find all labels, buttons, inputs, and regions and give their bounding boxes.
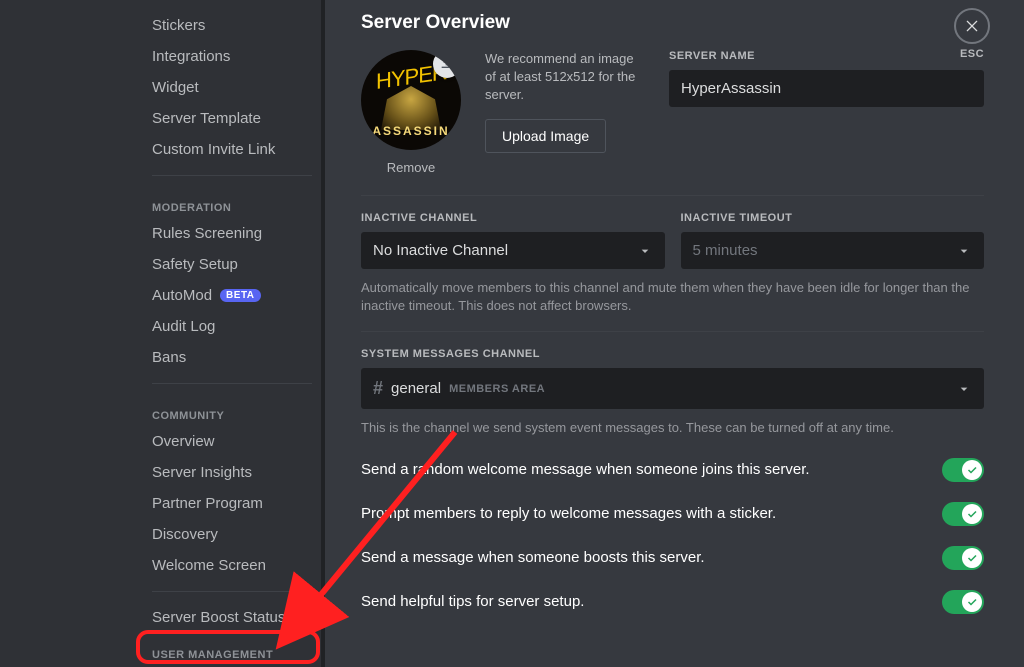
check-icon — [962, 592, 982, 612]
sidebar-item-bans[interactable]: Bans — [140, 342, 324, 373]
system-channel-name: general — [391, 380, 441, 397]
inactive-help-text: Automatically move members to this chann… — [361, 279, 984, 315]
sidebar-item-overview[interactable]: Overview — [140, 426, 324, 457]
sidebar-item-label: Server Boost Status — [152, 609, 285, 626]
toggle-setup-tips[interactable] — [942, 590, 984, 614]
system-help-text: This is the channel we send system event… — [361, 419, 984, 437]
sidebar-item-welcome-screen[interactable]: Welcome Screen — [140, 550, 324, 581]
sidebar-header-moderation: Moderation — [140, 186, 324, 218]
main-content: ESC Server Overview HYPER ASSASSIN Remov… — [325, 0, 1024, 667]
recommend-text: We recommend an image of at least 512x51… — [485, 50, 645, 105]
inactive-timeout-label: Inactive Timeout — [681, 212, 985, 224]
settings-sidebar: Stickers Integrations Widget Server Temp… — [0, 0, 325, 667]
inactive-channel-label: Inactive Channel — [361, 212, 665, 224]
sidebar-item-safety-setup[interactable]: Safety Setup — [140, 249, 324, 280]
toggle-welcome[interactable] — [942, 458, 984, 482]
page-title: Server Overview — [361, 12, 984, 34]
close-icon — [954, 8, 990, 44]
sidebar-item-integrations[interactable]: Integrations — [140, 41, 324, 72]
check-icon — [962, 460, 982, 480]
sidebar-item-automod[interactable]: AutoMod BETA — [140, 280, 324, 311]
toggle-sticker-prompt[interactable] — [942, 502, 984, 526]
sidebar-item-server-template[interactable]: Server Template — [140, 103, 324, 134]
divider — [152, 591, 312, 592]
sidebar-item-custom-invite-link[interactable]: Custom Invite Link — [140, 134, 324, 165]
toggle-label-sticker-prompt: Prompt members to reply to welcome messa… — [361, 505, 776, 522]
sidebar-header-community: Community — [140, 394, 324, 426]
system-channel-category: MEMBERS AREA — [449, 383, 545, 395]
check-icon — [962, 548, 982, 568]
upload-image-icon[interactable] — [433, 50, 461, 78]
inactive-timeout-value: 5 minutes — [693, 242, 758, 259]
divider — [361, 331, 984, 332]
server-icon[interactable]: HYPER ASSASSIN — [361, 50, 461, 150]
sidebar-item-stickers[interactable]: Stickers — [140, 10, 324, 41]
toggle-label-boost-msg: Send a message when someone boosts this … — [361, 549, 705, 566]
toggle-label-welcome: Send a random welcome message when someo… — [361, 461, 810, 478]
system-messages-label: System Messages Channel — [361, 348, 984, 360]
sidebar-item-audit-log[interactable]: Audit Log — [140, 311, 324, 342]
toggle-boost-msg[interactable] — [942, 546, 984, 570]
system-messages-select[interactable]: # general MEMBERS AREA — [361, 368, 984, 409]
server-name-input[interactable] — [669, 70, 984, 107]
beta-badge: BETA — [220, 289, 260, 302]
divider — [361, 195, 984, 196]
upload-image-button[interactable]: Upload Image — [485, 119, 606, 153]
check-icon — [962, 504, 982, 524]
inactive-channel-value: No Inactive Channel — [373, 242, 508, 259]
chevron-down-icon — [956, 381, 972, 397]
esc-label: ESC — [960, 48, 984, 60]
sidebar-item-widget[interactable]: Widget — [140, 72, 324, 103]
server-name-label: Server Name — [669, 50, 984, 62]
server-icon-text-bottom: ASSASSIN — [372, 124, 449, 138]
sidebar-item-discovery[interactable]: Discovery — [140, 519, 324, 550]
sidebar-item-label: AutoMod — [152, 287, 212, 304]
sidebar-header-user-management: User Management — [140, 633, 324, 665]
toggle-label-setup-tips: Send helpful tips for server setup. — [361, 593, 584, 610]
sidebar-item-server-insights[interactable]: Server Insights — [140, 457, 324, 488]
chevron-down-icon — [637, 243, 653, 259]
hash-icon: # — [373, 378, 383, 399]
close-button[interactable]: ESC — [954, 8, 990, 60]
boost-icon — [298, 611, 312, 625]
divider — [152, 383, 312, 384]
sidebar-item-server-boost-status[interactable]: Server Boost Status — [140, 602, 324, 633]
inactive-channel-select[interactable]: No Inactive Channel — [361, 232, 665, 269]
inactive-timeout-select[interactable]: 5 minutes — [681, 232, 985, 269]
sidebar-item-rules-screening[interactable]: Rules Screening — [140, 218, 324, 249]
chevron-down-icon — [956, 243, 972, 259]
divider — [152, 175, 312, 176]
remove-icon-link[interactable]: Remove — [387, 160, 435, 175]
sidebar-item-partner-program[interactable]: Partner Program — [140, 488, 324, 519]
